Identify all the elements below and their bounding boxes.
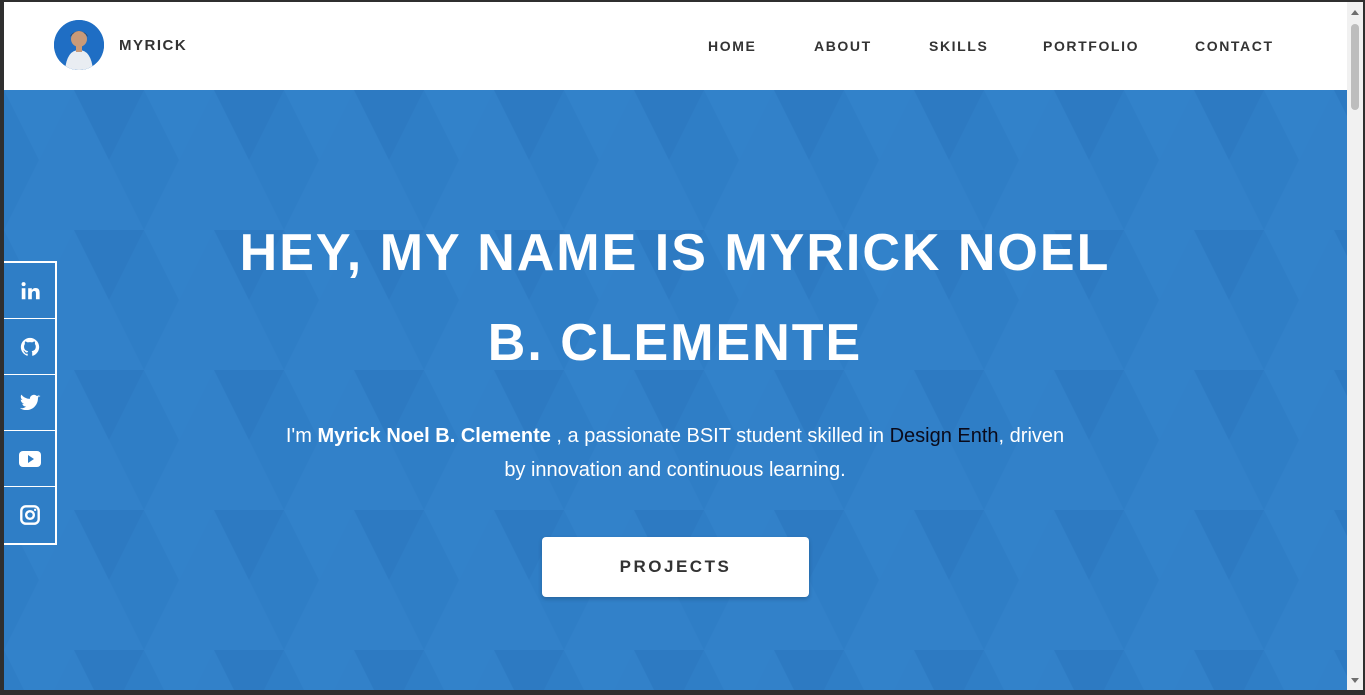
intro-suffix: , driven (998, 425, 1065, 447)
social-youtube[interactable] (4, 431, 55, 487)
site-header: MYRICK HOME ABOUT SKILLS PORTFOLIO CONTA… (4, 2, 1347, 90)
nav-home[interactable]: HOME (708, 38, 756, 54)
scroll-down-arrow[interactable] (1351, 678, 1359, 683)
intro-middle: , a passionate BSIT student skilled in (550, 425, 890, 447)
github-icon (20, 337, 39, 356)
instagram-icon (19, 505, 40, 525)
twitter-icon (19, 394, 40, 410)
nav-about[interactable]: ABOUT (814, 38, 872, 54)
social-twitter[interactable] (4, 375, 55, 431)
browser-viewport: MYRICK HOME ABOUT SKILLS PORTFOLIO CONTA… (4, 2, 1347, 690)
logo-avatar[interactable] (54, 20, 104, 70)
social-sidebar (4, 261, 57, 545)
intro-name: Myrick Noel B. Clemente (317, 425, 551, 447)
nav-portfolio[interactable]: PORTFOLIO (1043, 38, 1139, 54)
page-scrollbar[interactable] (1347, 2, 1363, 690)
nav-contact[interactable]: CONTACT (1195, 38, 1274, 54)
hero-section: HEY, MY NAME IS MYRICK NOEL B. CLEMENTE … (4, 90, 1347, 690)
nav-skills[interactable]: SKILLS (929, 38, 988, 54)
youtube-icon (18, 450, 41, 467)
hero-intro: I'm Myrick Noel B. Clemente , a passiona… (244, 419, 1106, 453)
brand-name[interactable]: MYRICK (119, 37, 187, 54)
hero-background-pattern (4, 90, 1347, 690)
linkedin-icon (21, 281, 40, 299)
social-instagram[interactable] (4, 487, 55, 543)
scroll-up-arrow[interactable] (1351, 10, 1359, 15)
hero-intro-line-2: by innovation and continuous learning. (504, 459, 846, 481)
intro-skill-typed: Design Enth (889, 425, 999, 447)
scroll-thumb[interactable] (1351, 24, 1359, 110)
projects-button[interactable]: PROJECTS (542, 537, 809, 597)
social-linkedin[interactable] (4, 263, 55, 319)
hero-title-line-1: HEY, MY NAME IS MYRICK NOEL (239, 224, 1111, 282)
intro-prefix: I'm (285, 425, 318, 447)
hero-title-line-2: B. CLEMENTE (487, 314, 863, 372)
social-github[interactable] (4, 319, 55, 375)
